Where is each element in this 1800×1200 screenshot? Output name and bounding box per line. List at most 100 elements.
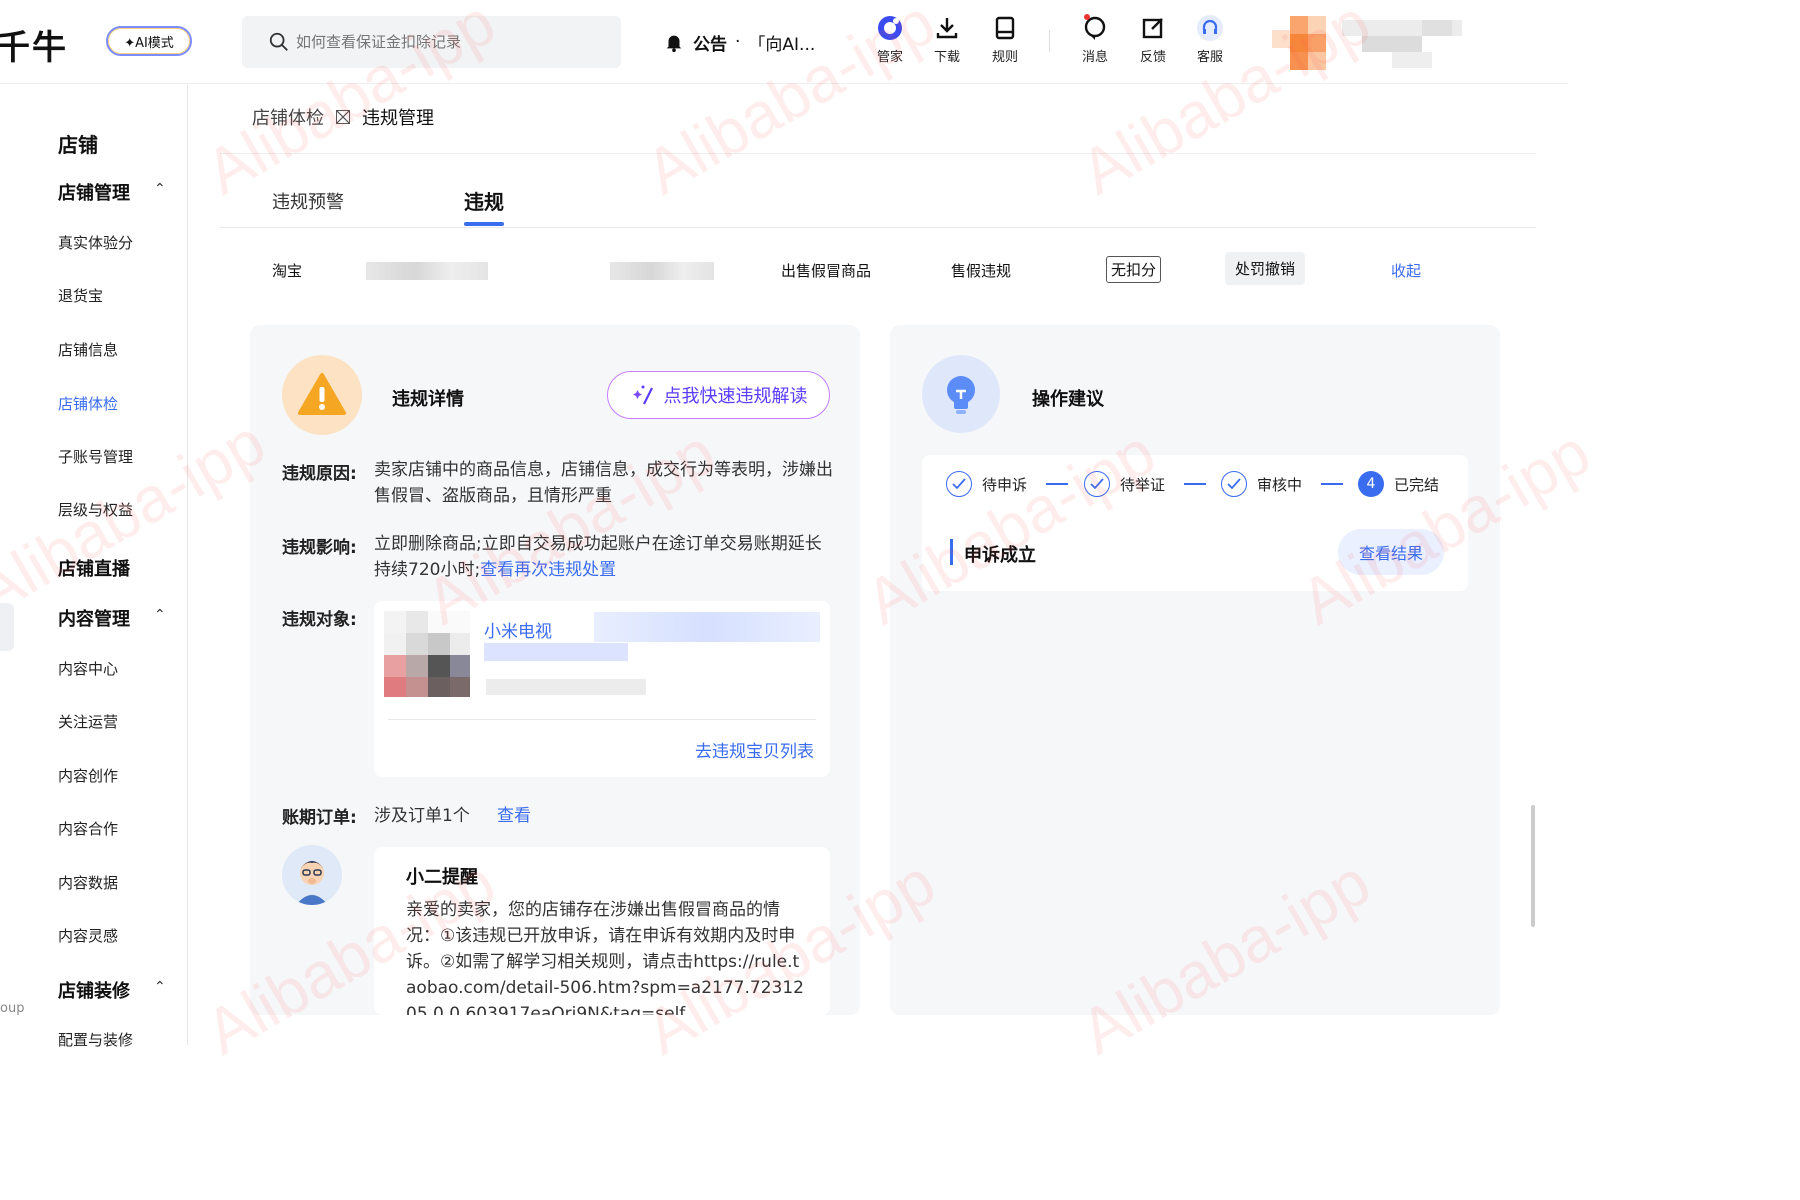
page-scrollbar[interactable] <box>1531 805 1535 927</box>
sidebar-group-live[interactable]: 店铺直播 <box>58 555 130 581</box>
order-count-text: 涉及订单1个 <box>374 806 470 826</box>
sidebar-item-store-info[interactable]: 店铺信息 <box>58 339 118 360</box>
no-deduction-tag: 无扣分 <box>1106 256 1162 283</box>
order-label: 账期订单: <box>282 808 357 828</box>
tool-label: 消息 <box>1081 50 1108 65</box>
breadcrumb-parent[interactable]: 店铺体检 <box>252 104 324 130</box>
penalty-revoked-badge: 处罚撤销 <box>1225 252 1306 285</box>
rules-icon <box>995 16 1015 40</box>
notice-label: 公告 <box>693 34 727 55</box>
impact-block: 立即删除商品;立即自交易成功起账户在途订单交易账期延长持续720小时;查看再次违… <box>374 531 834 583</box>
step-connector <box>1046 483 1068 485</box>
order-view-link[interactable]: 查看 <box>497 801 531 826</box>
chevron-up-icon[interactable]: ⌃ <box>154 607 166 623</box>
step-connector <box>1321 483 1343 485</box>
sidebar: 店铺 店铺管理 ⌃ 真实体验分 退货宝 店铺信息 店铺体检 子账号管理 层级与权… <box>0 85 188 1049</box>
violation-category-text: 售假违规 <box>951 262 1012 280</box>
sidebar-item-return-insurance[interactable]: 退货宝 <box>58 285 103 306</box>
step-pending-appeal: 待申诉 <box>946 471 1027 497</box>
chevron-up-icon[interactable]: ⌃ <box>154 181 166 197</box>
appeal-progress-card: 待申诉 待举证 审核中 4 已完结 申诉成立 查看结果 <box>922 455 1468 591</box>
advisor-tip-card: 小二提醒 亲爱的卖家，您的店铺存在涉嫌出售假冒商品的情况：①该违规已开放申诉，请… <box>374 847 830 1015</box>
tab-violation-warning[interactable]: 违规预警 <box>272 188 344 214</box>
sidebar-item-subaccount[interactable]: 子账号管理 <box>58 446 133 467</box>
view-result-button[interactable]: 查看结果 <box>1338 529 1444 575</box>
check-icon <box>1084 471 1110 497</box>
check-icon <box>946 471 972 497</box>
sparkle-icon <box>632 385 653 405</box>
sidebar-collapse-handle[interactable] <box>0 603 14 651</box>
sidebar-group-content[interactable]: 内容管理 <box>58 605 130 631</box>
suggestion-badge <box>922 355 1000 433</box>
detail-title: 违规详情 <box>392 389 464 410</box>
user-avatar-blurred[interactable] <box>1272 16 1482 70</box>
tab-bar: 违规预警 违规 <box>220 170 1536 228</box>
sidebar-item-follow-ops[interactable]: 关注运营 <box>58 711 118 732</box>
step-reviewing: 审核中 <box>1221 471 1302 497</box>
violation-type-text: 出售假冒商品 <box>781 262 872 280</box>
sidebar-item-levels[interactable]: 层级与权益 <box>58 499 133 520</box>
tool-label: 规则 <box>991 50 1018 65</box>
tool-label: 下载 <box>933 50 960 65</box>
product-thumbnail[interactable] <box>384 611 470 697</box>
step-label: 待申诉 <box>982 475 1028 494</box>
step-label: 待举证 <box>1120 475 1166 494</box>
warning-icon <box>298 373 346 415</box>
blurred-field <box>366 262 488 280</box>
object-label: 违规对象: <box>282 610 357 630</box>
app-logo[interactable]: 千牛 <box>0 20 68 69</box>
blurred-field <box>610 262 714 280</box>
sidebar-group-store-manage[interactable]: 店铺管理 <box>58 179 130 205</box>
sidebar-item-content-data[interactable]: 内容数据 <box>58 872 118 893</box>
suggestion-title: 操作建议 <box>1032 389 1104 410</box>
blurred-product-title <box>594 612 820 642</box>
service-button[interactable]: 客服 <box>1188 14 1232 65</box>
message-button[interactable]: 消息 <box>1073 14 1117 65</box>
sidebar-item-content-coop[interactable]: 内容合作 <box>58 818 118 839</box>
rules-button[interactable]: 规则 <box>983 14 1027 65</box>
breadcrumb-current: 违规管理 <box>362 108 434 129</box>
sidebar-group-decoration[interactable]: 店铺装修 <box>58 977 130 1003</box>
sidebar-item-content-center[interactable]: 内容中心 <box>58 658 118 679</box>
notice-bar[interactable]: 公告 · 「向AI... <box>663 28 815 56</box>
suggestion-panel: 操作建议 待申诉 待举证 审核中 4 已完结 申诉成立 查看结果 <box>890 325 1500 1015</box>
search-input[interactable] <box>296 30 596 54</box>
divider <box>220 153 1536 154</box>
tool-label: 客服 <box>1196 50 1223 65</box>
violation-object-card: 小米电视 去违规宝贝列表 <box>374 601 830 777</box>
ai-button-label: 点我快速违规解读 <box>663 386 808 407</box>
sidebar-item-real-experience[interactable]: 真实体验分 <box>58 232 133 253</box>
search-box[interactable] <box>242 16 621 68</box>
sidebar-item-store-checkup[interactable]: 店铺体检 <box>58 393 118 414</box>
assistant-icon <box>878 16 902 40</box>
check-icon <box>1221 471 1247 497</box>
sidebar-section-title: 店铺 <box>58 133 98 157</box>
collapse-link[interactable]: 收起 <box>1391 260 1421 281</box>
sidebar-item-content-create[interactable]: 内容创作 <box>58 765 118 786</box>
notice-text[interactable]: 「向AI... <box>748 30 815 55</box>
lightbulb-icon <box>947 376 975 414</box>
sidebar-item-decoration-config[interactable]: 配置与装修 <box>58 1029 133 1050</box>
warning-badge <box>282 355 362 435</box>
tip-title: 小二提醒 <box>406 867 478 888</box>
sidebar-item-content-inspire[interactable]: 内容灵感 <box>58 925 118 946</box>
blurred-product-meta <box>486 679 646 695</box>
step-pending-evidence: 待举证 <box>1084 471 1165 497</box>
chevron-up-icon[interactable]: ⌃ <box>154 979 166 995</box>
violation-detail-panel: 违规详情 点我快速违规解读 违规原因: 卖家店铺中的商品信息，店铺信息，成交行为… <box>250 325 860 1015</box>
ai-interpret-button[interactable]: 点我快速违规解读 <box>607 371 830 419</box>
product-name-link[interactable]: 小米电视 <box>484 617 552 642</box>
tool-label: 反馈 <box>1139 50 1166 65</box>
appeal-result-text: 申诉成立 <box>964 545 1036 566</box>
advisor-avatar <box>282 845 342 905</box>
assistant-button[interactable]: 管家 <box>868 14 912 65</box>
repeat-violation-link[interactable]: 查看再次违规处置 <box>480 560 616 580</box>
ai-mode-button[interactable]: ✦AI模式 <box>106 26 192 56</box>
violation-items-list-link[interactable]: 去违规宝贝列表 <box>695 737 814 762</box>
download-button[interactable]: 下载 <box>925 14 969 65</box>
platform-text: 淘宝 <box>272 262 303 280</box>
tab-violation[interactable]: 违规 <box>464 186 504 215</box>
blurred-product-link <box>484 643 628 661</box>
feedback-button[interactable]: 反馈 <box>1131 14 1175 65</box>
step-label: 已完结 <box>1394 475 1440 494</box>
